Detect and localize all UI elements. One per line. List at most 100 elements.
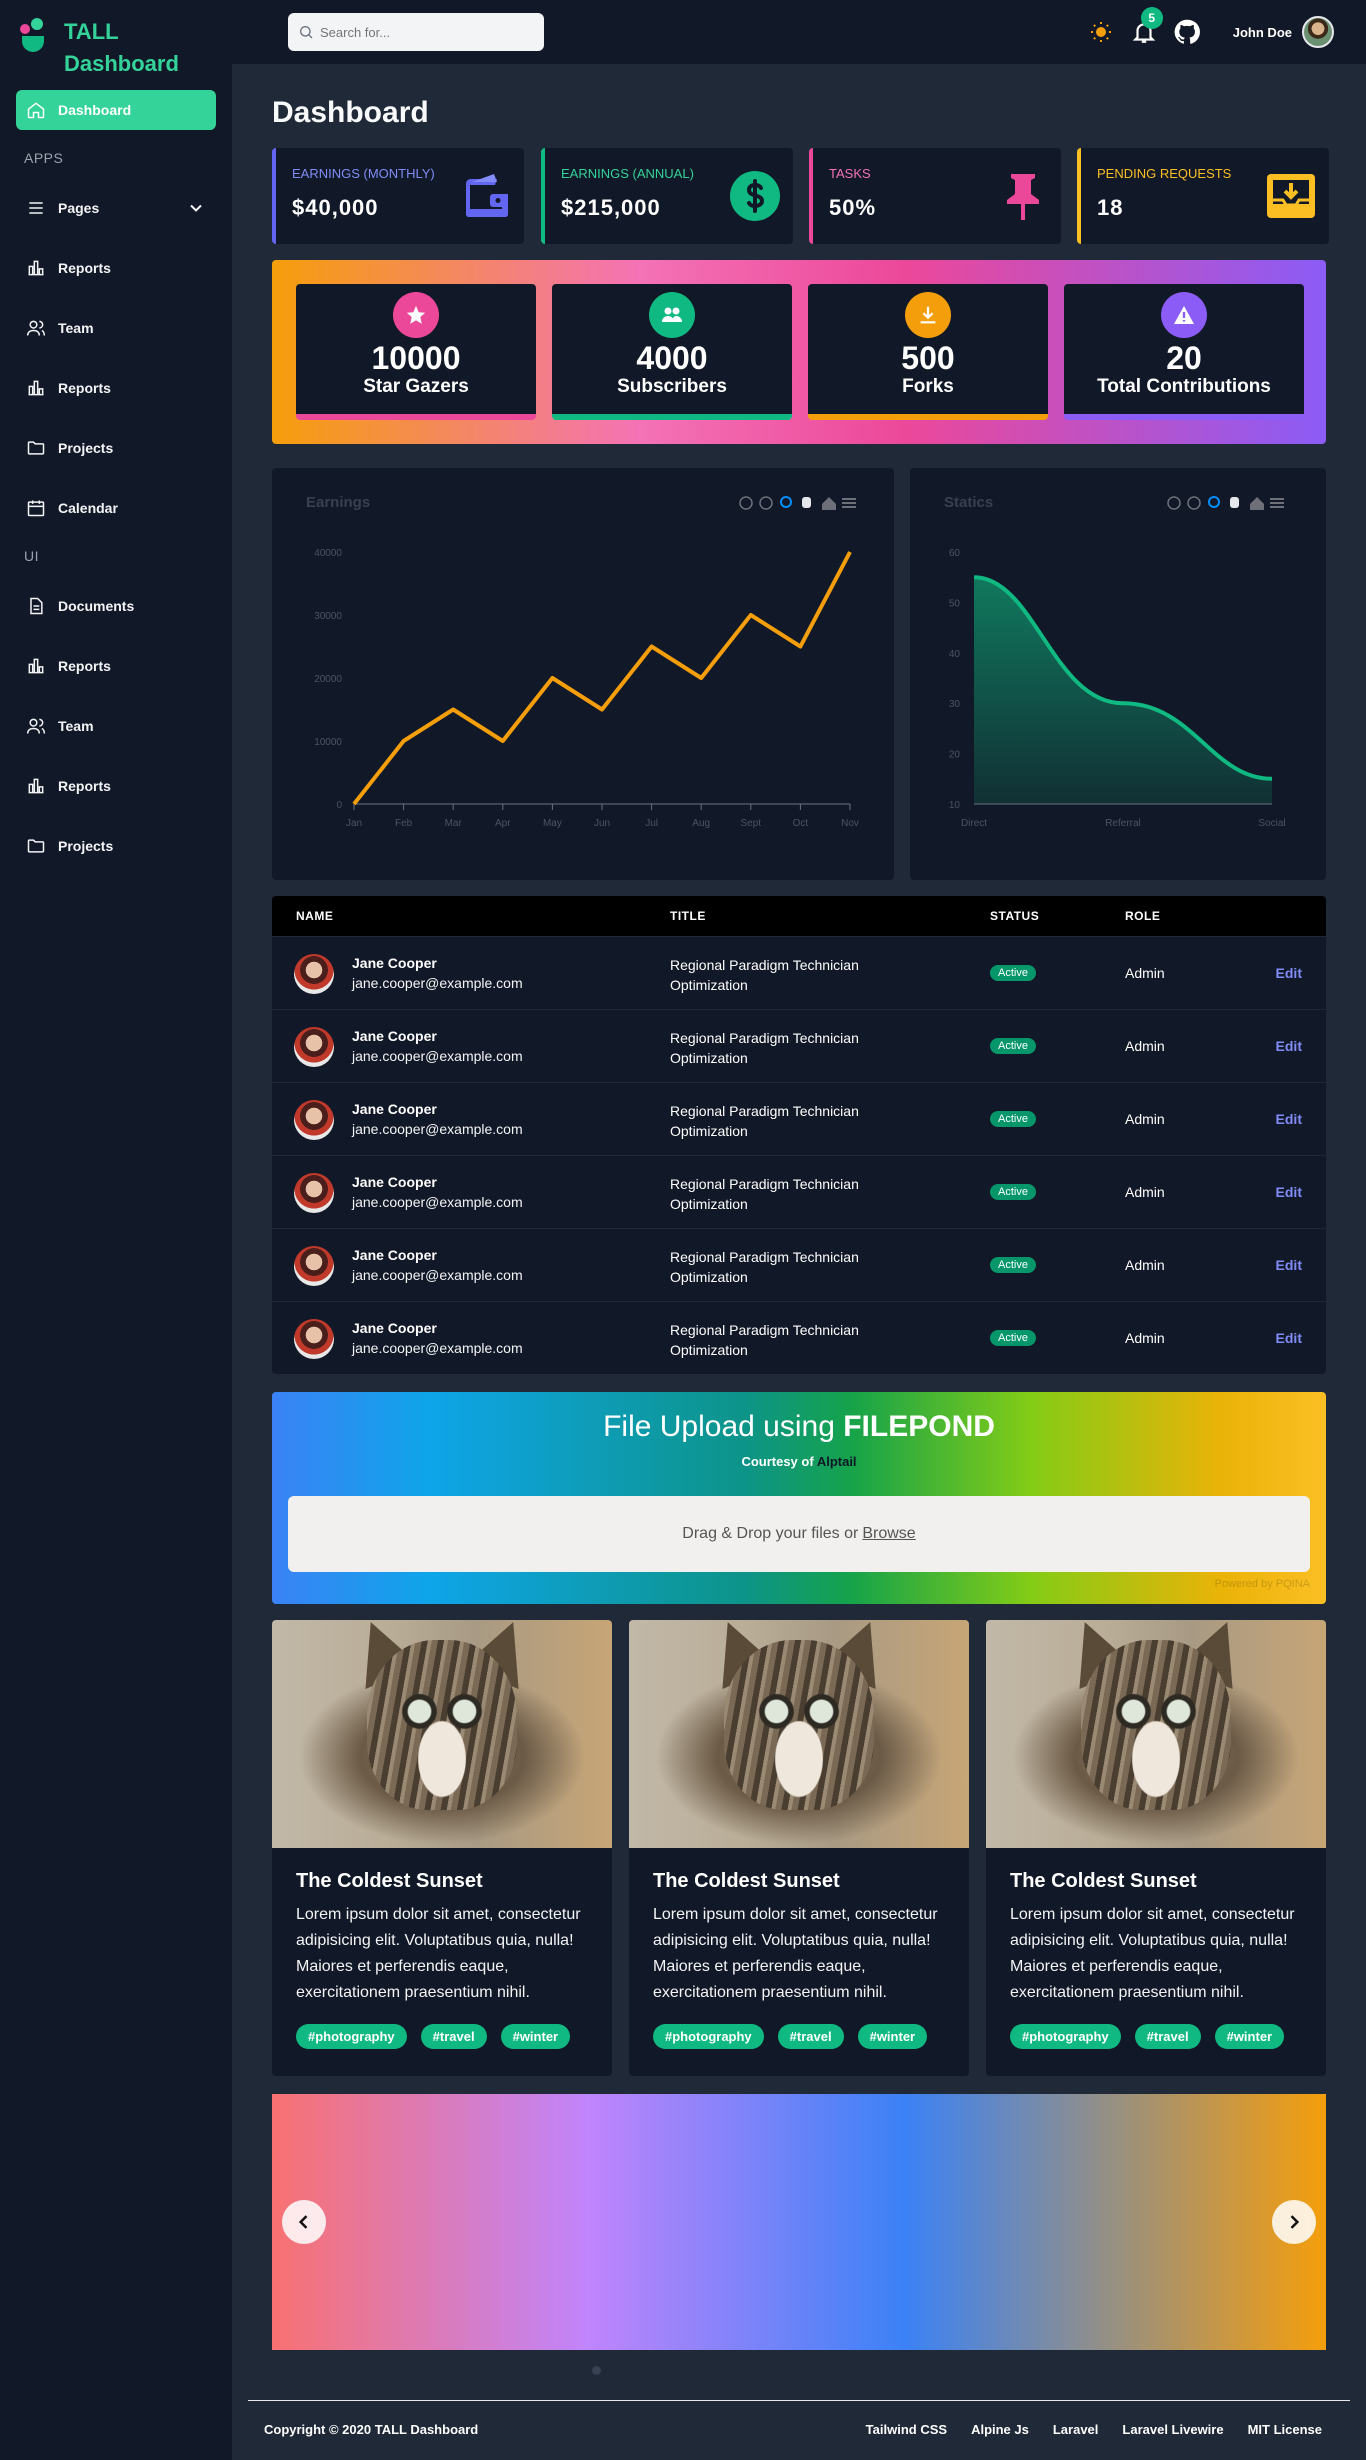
sidebar-item-projects[interactable]: Projects [16,428,216,468]
x-tick-label: Feb [395,818,413,829]
notifications-button[interactable]: 5 [1131,7,1163,45]
x-tick-label: Direct [961,818,987,829]
footer-link[interactable]: Alpine Js [971,2422,1029,2437]
sidebar-item-calendar[interactable]: Calendar [16,488,216,528]
sidebar-item-dashboard[interactable]: Dashboard [16,90,216,130]
reset-home-icon[interactable] [822,497,836,510]
zoom-in-icon[interactable] [739,496,753,510]
tag[interactable]: #photography [653,2024,764,2049]
powered-by-link[interactable]: Powered by PQINA [1215,1578,1310,1590]
user-email: jane.cooper@example.com [352,1340,523,1356]
card-text: Lorem ipsum dolor sit amet, consectetur … [653,1906,938,2001]
tag[interactable]: #winter [857,2024,928,2049]
sidebar-item-pages[interactable]: Pages [16,188,216,228]
stat-card-earnings-annual: EARNINGS (ANNUAL) $215,000 [541,148,793,244]
sidebar-item-team[interactable]: Team [16,706,216,746]
search-box[interactable] [288,13,544,51]
tag-list: #photography #travel #winter [296,2024,584,2049]
upload-courtesy: Courtesy of Alptail [741,1454,857,1469]
edit-link[interactable]: Edit [1276,1257,1302,1273]
chart-toolbar[interactable] [739,496,856,510]
stat-number: 20 [1166,340,1202,376]
chart-menu-icon[interactable] [842,498,856,508]
x-tick-label: Jan [346,818,362,829]
zoom-out-icon[interactable] [759,496,773,510]
alptail-link[interactable]: Alptail [817,1454,857,1469]
edit-link[interactable]: Edit [1276,1038,1302,1054]
pan-hand-icon[interactable] [1230,497,1239,508]
chart-toolbar[interactable] [1167,496,1284,510]
image-card: The Coldest Sunset Lorem ipsum dolor sit… [986,1620,1326,2076]
tag[interactable]: #travel [1134,2024,1201,2049]
sidebar-item-reports[interactable]: Reports [16,766,216,806]
y-tick-label: 10 [949,800,961,811]
chevron-down-icon[interactable] [186,198,206,218]
wallet-icon [466,174,508,217]
tag[interactable]: #travel [420,2024,487,2049]
y-tick-label: 30 [949,699,961,710]
zoom-out-icon[interactable] [1187,496,1201,510]
earnings-chart: Earnings 0 10000 20000 30000 40000 Jan Feb Mar Ap… [306,494,859,829]
github-icon[interactable] [1173,18,1201,46]
tag[interactable]: #travel [777,2024,844,2049]
folder-icon [27,839,45,853]
search-input[interactable] [320,24,520,40]
upload-title: File Upload using FILEPOND [603,1410,995,1443]
card-title: The Coldest Sunset [1010,1870,1197,1892]
footer-link[interactable]: Laravel [1053,2422,1099,2437]
user-email: jane.cooper@example.com [352,1048,523,1064]
carousel-next-button[interactable] [1272,2200,1316,2244]
sidebar-item-team[interactable]: Team [16,308,216,348]
brand[interactable]: TALL Dashboard [0,0,232,90]
edit-link[interactable]: Edit [1276,965,1302,981]
user-name: Jane Cooper [352,1247,437,1263]
pan-hand-icon[interactable] [802,497,811,508]
tag[interactable]: #winter [500,2024,571,2049]
avatar [294,1173,334,1213]
selection-zoom-icon[interactable] [780,496,792,508]
carousel-prev-button[interactable] [282,2200,326,2244]
github-stats-panel: 10000 Star Gazers 4000 Subscribers 500 F… [272,260,1326,444]
zoom-in-icon[interactable] [1167,496,1181,510]
card-title: The Coldest Sunset [653,1870,840,1892]
edit-link[interactable]: Edit [1276,1184,1302,1200]
footer-link[interactable]: MIT License [1248,2422,1322,2437]
sun-icon[interactable] [1089,20,1113,44]
stat-label: Subscribers [617,376,727,397]
sidebar-item-reports[interactable]: Reports [16,368,216,408]
chart-menu-icon[interactable] [1270,498,1284,508]
sidebar-item-reports[interactable]: Reports [16,646,216,686]
user-name[interactable]: John Doe [1233,25,1292,40]
browse-link[interactable]: Browse [862,1525,915,1543]
footer-link[interactable]: Laravel Livewire [1122,2422,1223,2437]
tag[interactable]: #photography [296,2024,407,2049]
file-dropzone[interactable]: Drag & Drop your files or Browse [288,1496,1310,1572]
avatar[interactable] [1302,16,1334,48]
stat-card-pending-requests: PENDING REQUESTS 18 [1077,148,1329,244]
sidebar-item-reports[interactable]: Reports [16,248,216,288]
card-text: Lorem ipsum dolor sit amet, consectetur … [296,1906,581,2001]
stat-label: Total Contributions [1097,376,1271,397]
edit-link[interactable]: Edit [1276,1111,1302,1127]
tag[interactable]: #winter [1214,2024,1285,2049]
status-badge: Active [990,1111,1036,1127]
earnings-chart-card: Earnings 0 10000 20000 30000 40000 Jan Feb Mar Ap… [272,468,894,880]
user-email: jane.cooper@example.com [352,1121,523,1137]
user-title: Regional Paradigm Technician Optimizatio… [670,1176,859,1212]
sidebar-item-documents[interactable]: Documents [16,586,216,626]
reset-home-icon[interactable] [1250,497,1264,510]
y-tick-label: 40000 [314,548,342,559]
series-area [974,577,1272,804]
calendar-icon [27,500,45,517]
selection-zoom-icon[interactable] [1208,496,1220,508]
user-title: Regional Paradigm Technician Optimizatio… [670,1322,859,1358]
topbar-actions: 5 John Doe [1089,7,1334,52]
carousel-indicator[interactable] [592,2366,601,2375]
y-tick-label: 20000 [314,674,342,685]
edit-link[interactable]: Edit [1276,1330,1302,1346]
sidebar-item-projects[interactable]: Projects [16,826,216,866]
tag[interactable]: #photography [1010,2024,1121,2049]
section-label-apps: APPS [24,150,64,166]
image-card: The Coldest Sunset Lorem ipsum dolor sit… [629,1620,969,2076]
footer-link[interactable]: Tailwind CSS [866,2422,947,2437]
